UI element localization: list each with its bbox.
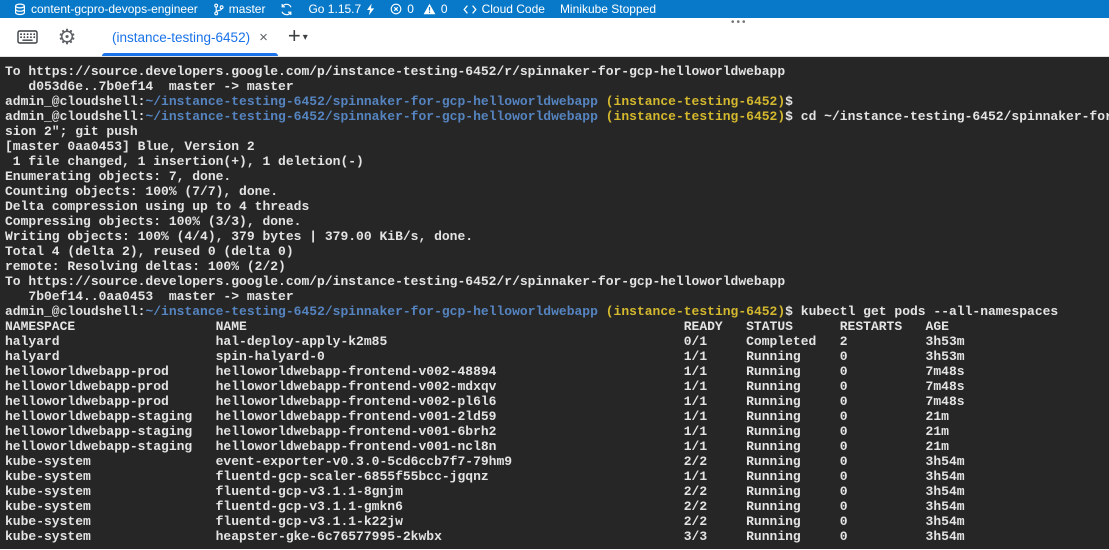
terminal-line: 7b0ef14..0aa0453 master -> master [5, 289, 1109, 304]
active-tab-underline [102, 53, 278, 56]
tab-label: (instance-testing-6452) [112, 30, 250, 45]
pods-table-row: kube-system fluentd-gcp-scaler-6855f55bc… [5, 469, 1109, 484]
statusbar-branch[interactable]: master [213, 2, 266, 16]
panel-overflow-dots-icon[interactable]: ••• [731, 17, 748, 28]
gear-icon[interactable]: ⚙ [54, 24, 80, 50]
sync-icon [280, 3, 293, 16]
pods-table-row: helloworldwebapp-staging helloworldwebap… [5, 439, 1109, 454]
statusbar-warning-count: 0 [441, 2, 448, 16]
terminal-line: Writing objects: 100% (4/4), 379 bytes |… [5, 229, 1109, 244]
pods-table-row: kube-system fluentd-gcp-v3.1.1-8gnjm 2/2… [5, 484, 1109, 499]
pods-table-row: helloworldwebapp-prod helloworldwebapp-f… [5, 364, 1109, 379]
statusbar-cloud-code[interactable]: Cloud Code [463, 2, 545, 16]
terminal-tab-bar: ⚙ (instance-testing-6452) × + ▾ ••• [0, 18, 1109, 57]
terminal-line: To https://source.developers.google.com/… [5, 64, 1109, 79]
terminal-line: d053d6e..7b0ef14 master -> master [5, 79, 1109, 94]
terminal-line: Enumerating objects: 7, done. [5, 169, 1109, 184]
statusbar-cloud-code-label: Cloud Code [482, 2, 545, 16]
statusbar-minikube-label: Minikube Stopped [560, 2, 656, 16]
statusbar-go-version-label: Go 1.15.7 [308, 2, 361, 16]
pods-table-row: helloworldwebapp-staging helloworldwebap… [5, 409, 1109, 424]
code-brackets-icon [463, 4, 477, 15]
statusbar-sync[interactable] [280, 3, 293, 16]
terminal-line: remote: Resolving deltas: 100% (2/2) [5, 259, 1109, 274]
terminal-line: sion 2"; git push [5, 124, 1109, 139]
pods-table-row: kube-system event-exporter-v0.3.0-5cd6cc… [5, 454, 1109, 469]
pods-table-row: helloworldwebapp-prod helloworldwebapp-f… [5, 379, 1109, 394]
statusbar-error-count: 0 [407, 2, 414, 16]
pods-table-row: kube-system heapster-gke-6c76577995-2kwb… [5, 529, 1109, 544]
pods-table-row: halyard hal-deploy-apply-k2m85 0/1 Compl… [5, 334, 1109, 349]
pods-table-row: helloworldwebapp-staging helloworldwebap… [5, 424, 1109, 439]
statusbar-errors[interactable]: 0 [390, 2, 414, 16]
pods-table-row: kube-system fluentd-gcp-v3.1.1-k22jw 2/2… [5, 514, 1109, 529]
database-icon [14, 3, 26, 16]
terminal-prompt-line: admin_@cloudshell:~/instance-testing-645… [5, 109, 1109, 124]
tab-close-icon[interactable]: × [259, 30, 268, 45]
tab-instance-testing-6452[interactable]: (instance-testing-6452) × [102, 18, 278, 56]
terminal-line: Counting objects: 100% (7/7), done. [5, 184, 1109, 199]
terminal-line: Compressing objects: 100% (3/3), done. [5, 214, 1109, 229]
pods-table-row: helloworldwebapp-prod helloworldwebapp-f… [5, 394, 1109, 409]
git-branch-icon [213, 3, 224, 16]
terminal-line: 1 file changed, 1 insertion(+), 1 deleti… [5, 154, 1109, 169]
statusbar-minikube-status[interactable]: Minikube Stopped [560, 2, 656, 16]
pods-table-row: kube-system fluentd-gcp-v3.1.1-gmkn6 2/2… [5, 499, 1109, 514]
statusbar-go-version[interactable]: Go 1.15.7 [308, 2, 375, 16]
terminal-line: To https://source.developers.google.com/… [5, 274, 1109, 289]
statusbar-project[interactable]: content-gcpro-devops-engineer [14, 2, 198, 16]
statusbar-warnings[interactable]: 0 [423, 2, 448, 16]
keyboard-icon[interactable] [14, 24, 40, 50]
pods-table-row: halyard spin-halyard-0 1/1 Running 0 3h5… [5, 349, 1109, 364]
terminal-line: Delta compression using up to 4 threads [5, 199, 1109, 214]
pods-table-header: NAMESPACE NAME READY STATUS RESTARTS AGE [5, 319, 1109, 334]
statusbar-project-label: content-gcpro-devops-engineer [31, 2, 198, 16]
status-bar: content-gcpro-devops-engineer master Go … [0, 0, 1109, 18]
error-circle-icon [390, 3, 402, 15]
terminal-line: Total 4 (delta 2), reused 0 (delta 0) [5, 244, 1109, 259]
statusbar-branch-label: master [229, 2, 266, 16]
terminal[interactable]: To https://source.developers.google.com/… [0, 57, 1109, 549]
terminal-output: To https://source.developers.google.com/… [5, 64, 1109, 544]
terminal-prompt-line: admin_@cloudshell:~/instance-testing-645… [5, 94, 1109, 109]
tab-options-caret-icon[interactable]: ▾ [303, 32, 308, 43]
new-tab-button[interactable]: + [288, 25, 301, 49]
terminal-prompt-line: admin_@cloudshell:~/instance-testing-645… [5, 304, 1109, 319]
warning-triangle-icon [423, 3, 436, 15]
lightning-icon [366, 3, 375, 16]
terminal-line: [master 0aa0453] Blue, Version 2 [5, 139, 1109, 154]
